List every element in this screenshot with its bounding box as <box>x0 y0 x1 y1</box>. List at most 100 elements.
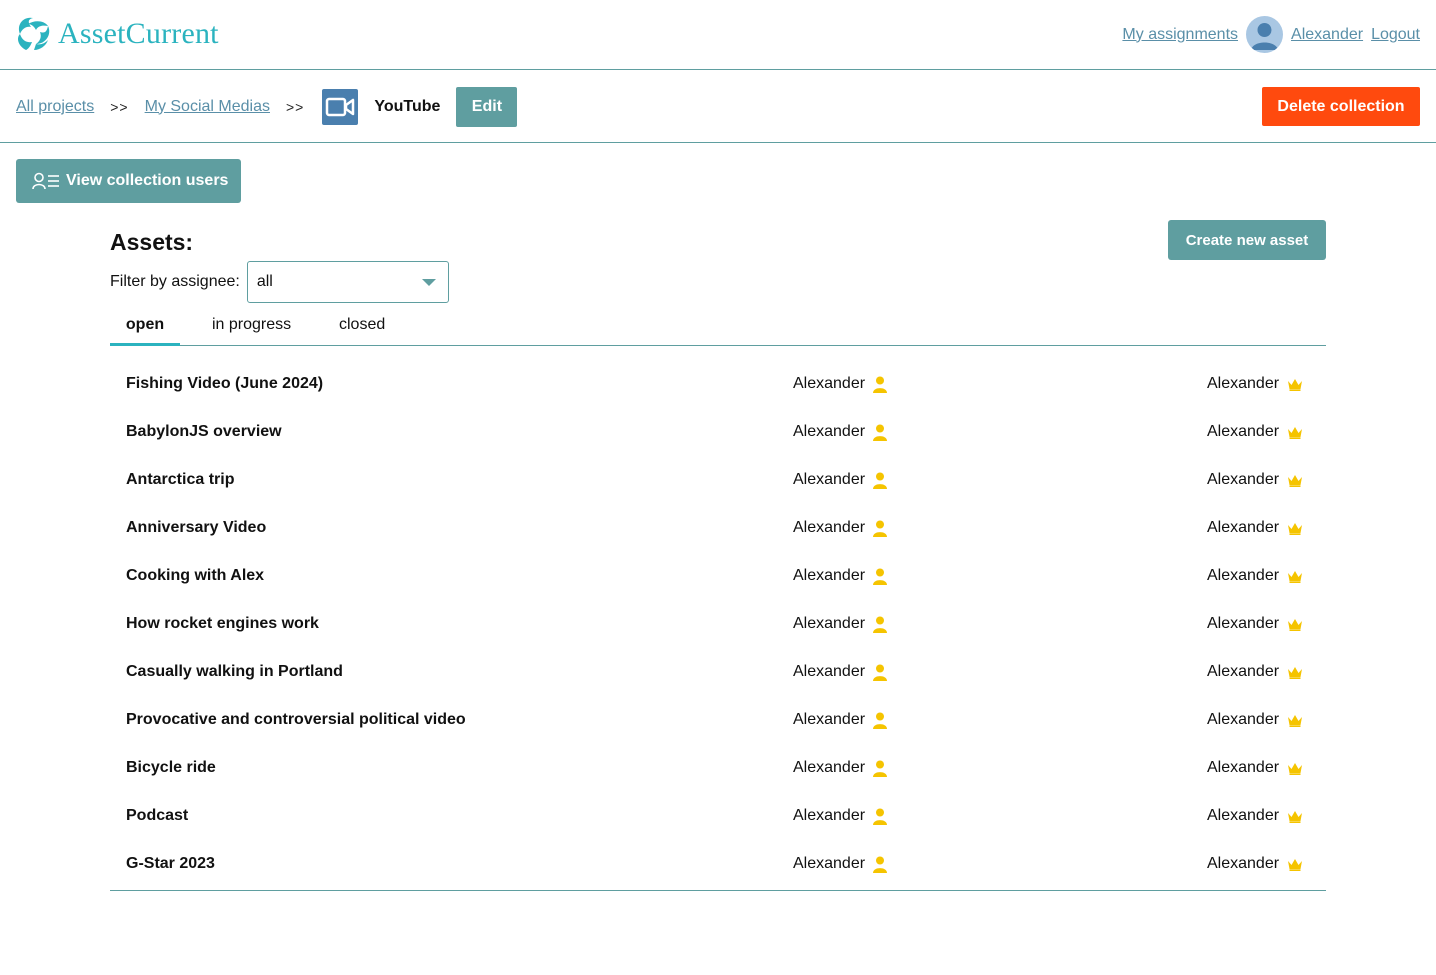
assignee-name: Alexander <box>793 519 866 536</box>
asset-owner: Alexander <box>1207 519 1303 537</box>
crown-icon <box>1288 714 1303 727</box>
tab-in-progress[interactable]: in progress <box>212 306 291 346</box>
person-icon <box>873 424 888 441</box>
owner-name: Alexander <box>1207 423 1280 440</box>
assignee-name: Alexander <box>793 375 866 392</box>
assignee-name: Alexander <box>793 663 866 680</box>
breadcrumb-separator: >> <box>285 98 305 115</box>
assignee-name: Alexander <box>793 711 866 728</box>
asset-title[interactable]: Anniversary Video <box>126 519 266 537</box>
asset-owner: Alexander <box>1207 615 1303 633</box>
status-tabs: open in progress closed <box>110 306 1326 346</box>
crown-icon <box>1288 762 1303 775</box>
person-icon <box>873 520 888 537</box>
asset-owner: Alexander <box>1207 567 1303 585</box>
asset-title[interactable]: Casually walking in Portland <box>126 663 343 681</box>
owner-name: Alexander <box>1207 711 1280 728</box>
owner-name: Alexander <box>1207 855 1280 872</box>
breadcrumb-all-projects[interactable]: All projects <box>16 98 94 116</box>
asset-title[interactable]: How rocket engines work <box>126 615 319 633</box>
person-icon <box>873 664 888 681</box>
assignee-name: Alexander <box>793 471 866 488</box>
owner-name: Alexander <box>1207 807 1280 824</box>
person-icon <box>873 808 888 825</box>
breadcrumb: All projects >> My Social Medias >> YouT… <box>16 86 518 127</box>
breadcrumb-bar: All projects >> My Social Medias >> YouT… <box>0 70 1436 143</box>
avatar[interactable] <box>1246 16 1284 53</box>
table-row[interactable]: Podcast Alexander Alexander <box>110 794 1326 842</box>
table-row[interactable]: Antarctica trip Alexander Alexander <box>110 458 1326 506</box>
my-assignments-link[interactable]: My assignments <box>1122 26 1238 44</box>
asset-owner: Alexander <box>1207 711 1303 729</box>
asset-owner: Alexander <box>1207 663 1303 681</box>
crown-icon <box>1288 474 1303 487</box>
crown-icon <box>1288 522 1303 535</box>
table-row[interactable]: Fishing Video (June 2024) Alexander Alexan… <box>110 362 1326 410</box>
assignee-name: Alexander <box>793 615 866 632</box>
assignee-filter: Filter by assignee: all <box>110 261 449 303</box>
assignee-name: Alexander <box>793 759 866 776</box>
asset-title[interactable]: Provocative and controversial political … <box>126 711 466 729</box>
owner-name: Alexander <box>1207 519 1280 536</box>
breadcrumb-project[interactable]: My Social Medias <box>145 98 270 116</box>
asset-owner: Alexander <box>1207 807 1303 825</box>
table-row[interactable]: G-Star 2023 Alexander Alexander <box>110 842 1326 890</box>
breadcrumb-separator: >> <box>110 98 129 115</box>
asset-assignee: Alexander <box>793 375 888 393</box>
app-name: AssetCurrent <box>58 17 219 50</box>
assignee-name: Alexander <box>793 855 866 872</box>
asset-assignee: Alexander <box>793 759 888 777</box>
tab-open[interactable]: open <box>110 306 180 346</box>
asset-list: Fishing Video (June 2024) Alexander Alexan… <box>110 362 1326 891</box>
delete-collection-button[interactable]: Delete collection <box>1262 87 1420 126</box>
asset-title[interactable]: Cooking with Alex <box>126 567 264 585</box>
asset-title[interactable]: Antarctica trip <box>126 471 234 489</box>
owner-name: Alexander <box>1207 615 1280 632</box>
table-row[interactable]: Casually walking in Portland Alexander Ale… <box>110 650 1326 698</box>
crown-icon <box>1288 618 1303 631</box>
owner-name: Alexander <box>1207 471 1280 488</box>
asset-assignee: Alexander <box>793 423 888 441</box>
person-icon <box>873 712 888 729</box>
asset-title[interactable]: Fishing Video (June 2024) <box>126 375 323 393</box>
edit-collection-button[interactable]: Edit <box>456 86 518 127</box>
view-collection-users-label: View collection users <box>66 172 229 189</box>
owner-name: Alexander <box>1207 567 1280 584</box>
chevron-down-icon <box>421 278 436 286</box>
asset-assignee: Alexander <box>793 615 888 633</box>
logo-swirl-icon <box>18 17 50 50</box>
video-camera-icon <box>322 88 359 125</box>
assignee-select-value: all <box>256 273 273 290</box>
table-row[interactable]: Anniversary Video Alexander Alexander <box>110 506 1326 554</box>
asset-owner: Alexander <box>1207 375 1303 393</box>
table-row[interactable]: Provocative and controversial political … <box>110 698 1326 746</box>
view-collection-users-button[interactable]: View collection users <box>16 159 241 203</box>
user-avatar-icon <box>1251 23 1279 50</box>
assignee-name: Alexander <box>793 423 866 440</box>
asset-owner: Alexander <box>1207 423 1303 441</box>
filter-label: Filter by assignee: <box>110 273 240 290</box>
user-name-link[interactable]: Alexander <box>1291 26 1363 44</box>
create-asset-button[interactable]: Create new asset <box>1168 220 1326 260</box>
asset-title[interactable]: BabylonJS overview <box>126 423 282 441</box>
asset-assignee: Alexander <box>793 711 888 729</box>
person-icon <box>873 616 888 633</box>
person-icon <box>873 568 888 585</box>
tab-closed[interactable]: closed <box>339 306 385 346</box>
assignee-select[interactable]: all <box>246 261 449 303</box>
asset-title[interactable]: Podcast <box>126 807 188 825</box>
asset-assignee: Alexander <box>793 471 888 489</box>
top-header: AssetCurrent My assignments Alexander Lo… <box>0 0 1436 70</box>
table-row[interactable]: Cooking with Alex Alexander Alexander <box>110 554 1326 602</box>
owner-name: Alexander <box>1207 663 1280 680</box>
crown-icon <box>1288 378 1303 391</box>
table-row[interactable]: How rocket engines work Alexander Alexande… <box>110 602 1326 650</box>
asset-title[interactable]: G-Star 2023 <box>126 855 215 873</box>
asset-title[interactable]: Bicycle ride <box>126 759 216 777</box>
table-row[interactable]: BabylonJS overview Alexander Alexander <box>110 410 1326 458</box>
table-row[interactable]: Bicycle ride Alexander Alexander <box>110 746 1326 794</box>
asset-assignee: Alexander <box>793 807 888 825</box>
app-logo[interactable]: AssetCurrent <box>14 14 219 54</box>
assignee-name: Alexander <box>793 567 866 584</box>
logout-link[interactable]: Logout <box>1371 26 1420 44</box>
